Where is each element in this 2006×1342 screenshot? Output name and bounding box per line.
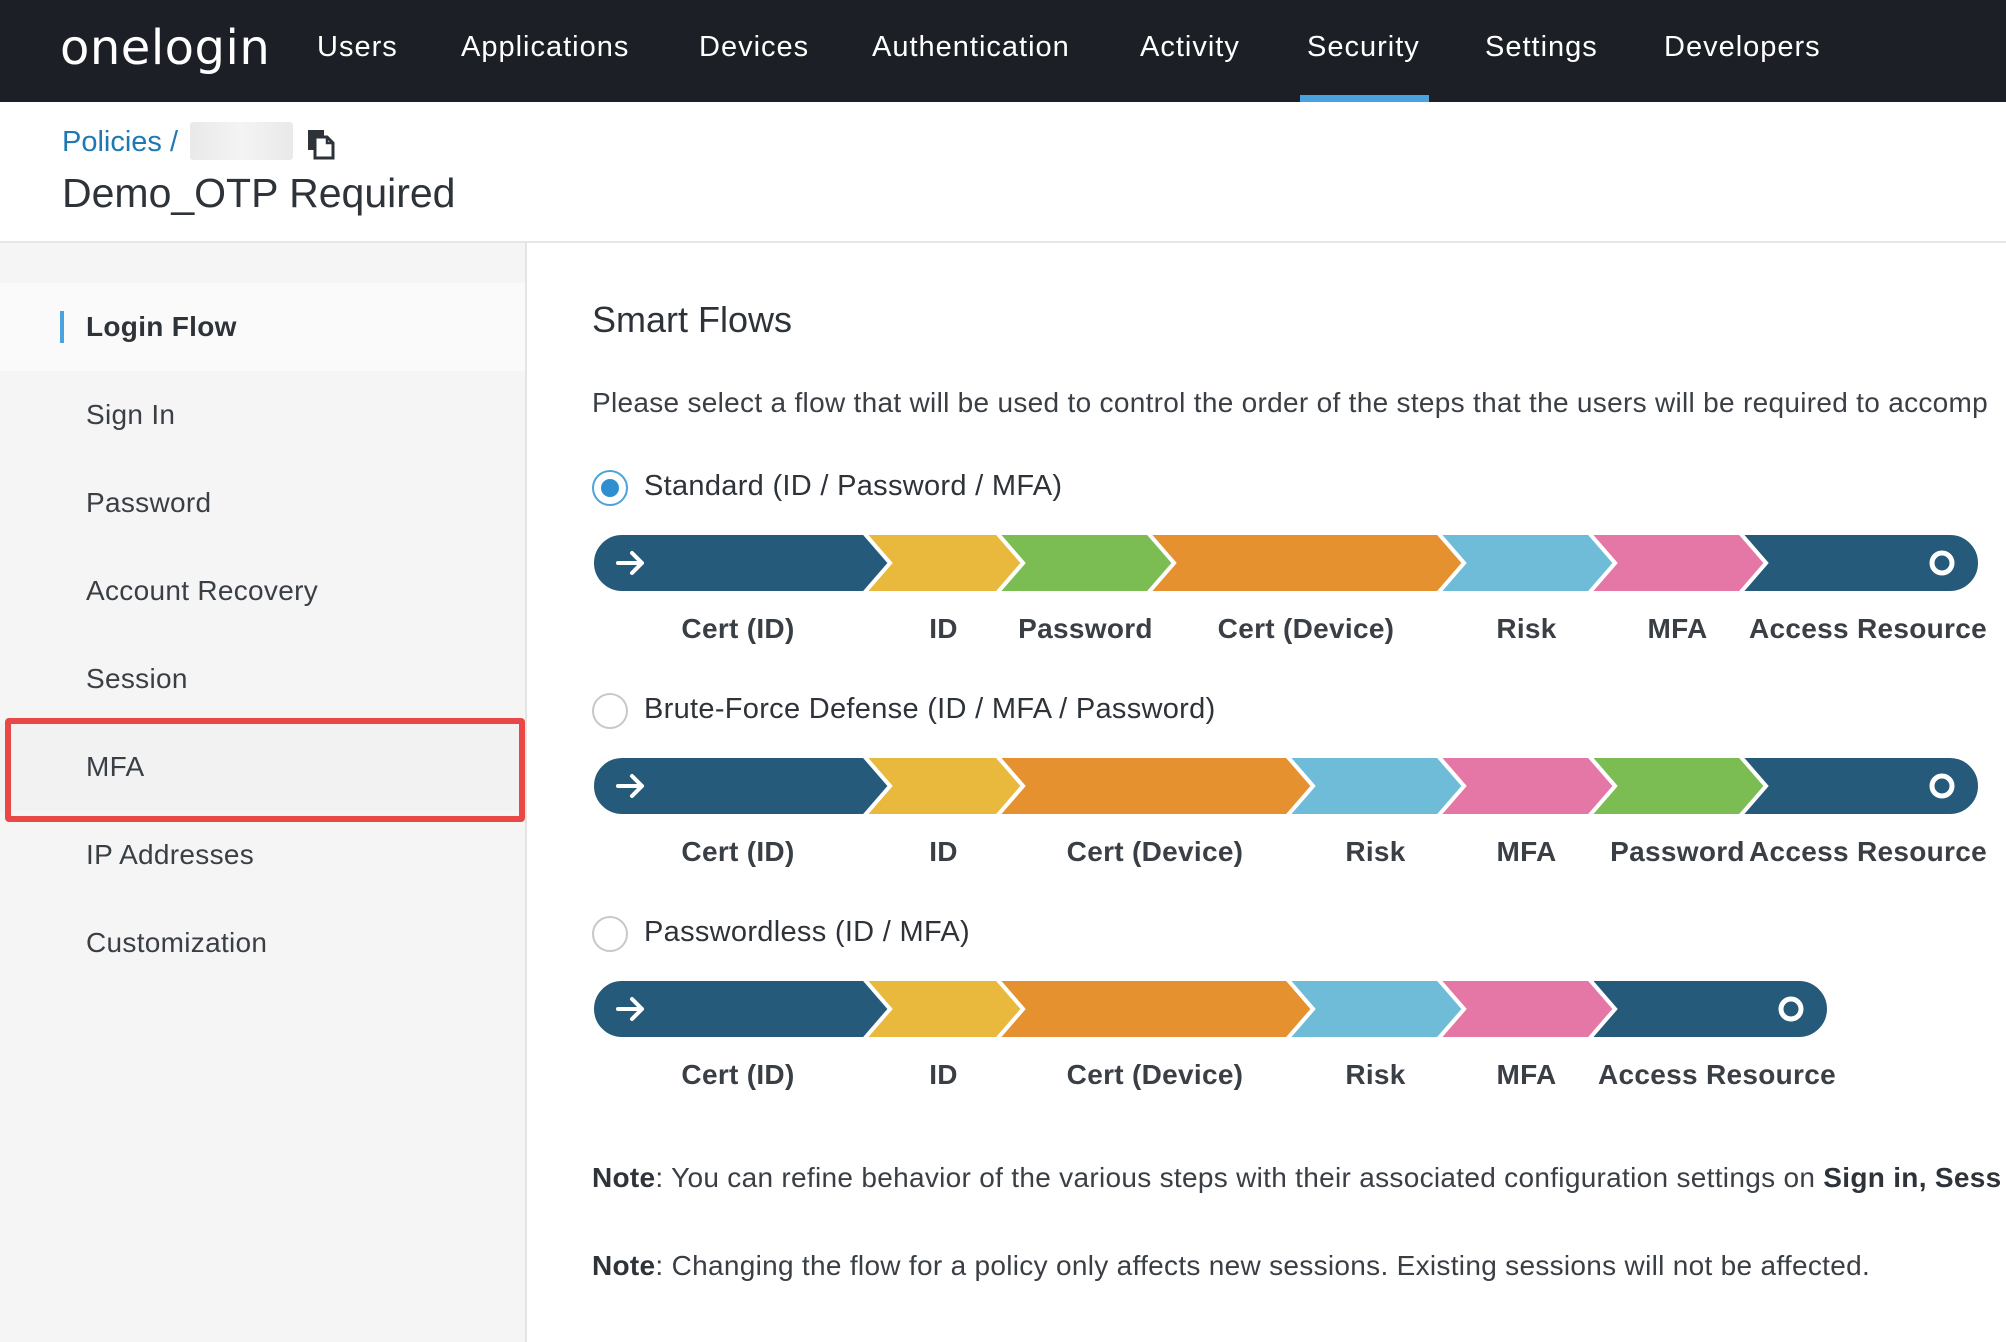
sidebar-item-password[interactable]: Password	[0, 459, 525, 547]
copy-icon[interactable]	[306, 128, 336, 160]
flow-step-label: ID	[929, 836, 958, 867]
flow-step-label: Risk	[1496, 613, 1557, 644]
nav-users[interactable]: Users	[317, 31, 398, 64]
main-content: Smart Flows Please select a flow that wi…	[527, 243, 2006, 1342]
sidebar-item-label: Customization	[86, 927, 268, 958]
nav-devices[interactable]: Devices	[699, 31, 809, 64]
flow-step-label: ID	[929, 613, 958, 644]
flow-diagram-standard: Cert (ID) ID Password Cert (Device) Risk MFA A…	[592, 533, 1992, 663]
flow-step-segment	[1143, 533, 1467, 595]
flow-step-label: Access Resource	[1749, 836, 1987, 867]
flow-step-segment	[992, 756, 1316, 818]
sidebar-item-ip-addresses[interactable]: IP Addresses	[0, 811, 525, 899]
note-sessions: Note: Changing the flow for a policy onl…	[592, 1250, 1870, 1282]
flow-step-label: MFA	[1496, 1059, 1557, 1090]
sidebar-item-session[interactable]: Session	[0, 635, 525, 723]
flow-step-label: ID	[929, 1059, 958, 1090]
nav-security[interactable]: Security	[1307, 31, 1420, 64]
flow-step-label: Cert (ID)	[681, 1059, 795, 1090]
active-indicator	[60, 311, 64, 343]
nav-developers[interactable]: Developers	[1664, 31, 1821, 64]
sidebar-item-label: Sign In	[86, 399, 176, 430]
radio-standard[interactable]	[592, 470, 628, 506]
sidebar-item-account-recovery[interactable]: Account Recovery	[0, 547, 525, 635]
section-title: Smart Flows	[592, 299, 793, 340]
flow-step-label: Access Resource	[1749, 613, 1987, 644]
flow-step-segment	[1735, 756, 1982, 818]
onelogin-logo[interactable]: onelogin	[60, 20, 270, 76]
nav-activity[interactable]: Activity	[1140, 31, 1240, 64]
flow-bar	[592, 979, 1831, 1041]
sidebar-item-login-flow[interactable]: Login Flow	[0, 283, 525, 371]
breadcrumb-redacted	[190, 122, 293, 160]
nav-active-indicator	[1300, 95, 1429, 102]
nav-settings[interactable]: Settings	[1485, 31, 1598, 64]
section-description: Please select a flow that will be used t…	[592, 387, 1989, 418]
flow-step-label: Cert (ID)	[681, 836, 795, 867]
flow-step-segment	[992, 979, 1316, 1041]
note-label: Note	[592, 1250, 656, 1281]
flow-step-label: Cert (Device)	[1066, 836, 1244, 867]
flow-step-segment	[1584, 979, 1831, 1041]
note-text: : You can refine behavior of the various…	[655, 1162, 1824, 1193]
mfa-highlight-box	[5, 718, 525, 822]
sidebar-item-label: IP Addresses	[86, 839, 255, 870]
flow-step-segment	[1735, 533, 1982, 595]
page-title: Demo_OTP Required	[62, 170, 456, 216]
flow-step-label: MFA	[1496, 836, 1557, 867]
flow-step-label: Cert (ID)	[681, 613, 795, 644]
radio-passwordless[interactable]	[592, 916, 628, 952]
sidebar-item-label: Session	[86, 663, 188, 694]
sidebar-item-label: Password	[86, 487, 212, 518]
flow-step-label: Risk	[1345, 1059, 1406, 1090]
sidebar-item-label: Account Recovery	[86, 575, 319, 606]
breadcrumb-policies[interactable]: Policies /	[62, 126, 178, 159]
radio-label: Passwordless (ID / MFA)	[644, 916, 970, 948]
flow-step-label: Password	[1018, 613, 1153, 644]
sidebar-item-label: Login Flow	[86, 311, 237, 342]
note-text: : Changing the flow for a policy only af…	[655, 1250, 1871, 1281]
radio-label: Standard (ID / Password / MFA)	[644, 470, 1063, 502]
flow-bar	[592, 533, 1982, 595]
flow-step-label: Password	[1610, 836, 1745, 867]
page-header: Policies / Demo_OTP Required	[0, 102, 2006, 243]
sidebar-item-sign-in[interactable]: Sign In	[0, 371, 525, 459]
nav-authentication[interactable]: Authentication	[872, 31, 1070, 64]
flow-step-label: Cert (Device)	[1066, 1059, 1244, 1090]
flow-step-label: MFA	[1647, 613, 1708, 644]
flow-step-label: Access Resource	[1598, 1059, 1836, 1090]
sidebar-item-customization[interactable]: Customization	[0, 899, 525, 987]
radio-label: Brute-Force Defense (ID / MFA / Password…	[644, 693, 1216, 725]
note-label: Note	[592, 1162, 656, 1193]
flow-bar	[592, 756, 1982, 818]
flow-diagram-passwordless: Cert (ID) ID Cert (Device) Risk MFA Access Re…	[592, 979, 1992, 1109]
radio-brute-force[interactable]	[592, 693, 628, 729]
note-links[interactable]: Sign in, Sess	[1823, 1162, 2001, 1193]
flow-step-label: Cert (Device)	[1217, 613, 1395, 644]
top-nav: onelogin Users Applications Devices Auth…	[0, 0, 2006, 102]
nav-applications[interactable]: Applications	[461, 31, 629, 64]
note-refine: Note: You can refine behavior of the var…	[592, 1162, 2001, 1194]
flow-step-label: Risk	[1345, 836, 1406, 867]
flow-diagram-brute-force: Cert (ID) ID Cert (Device) Risk MFA Password A…	[592, 756, 1992, 886]
